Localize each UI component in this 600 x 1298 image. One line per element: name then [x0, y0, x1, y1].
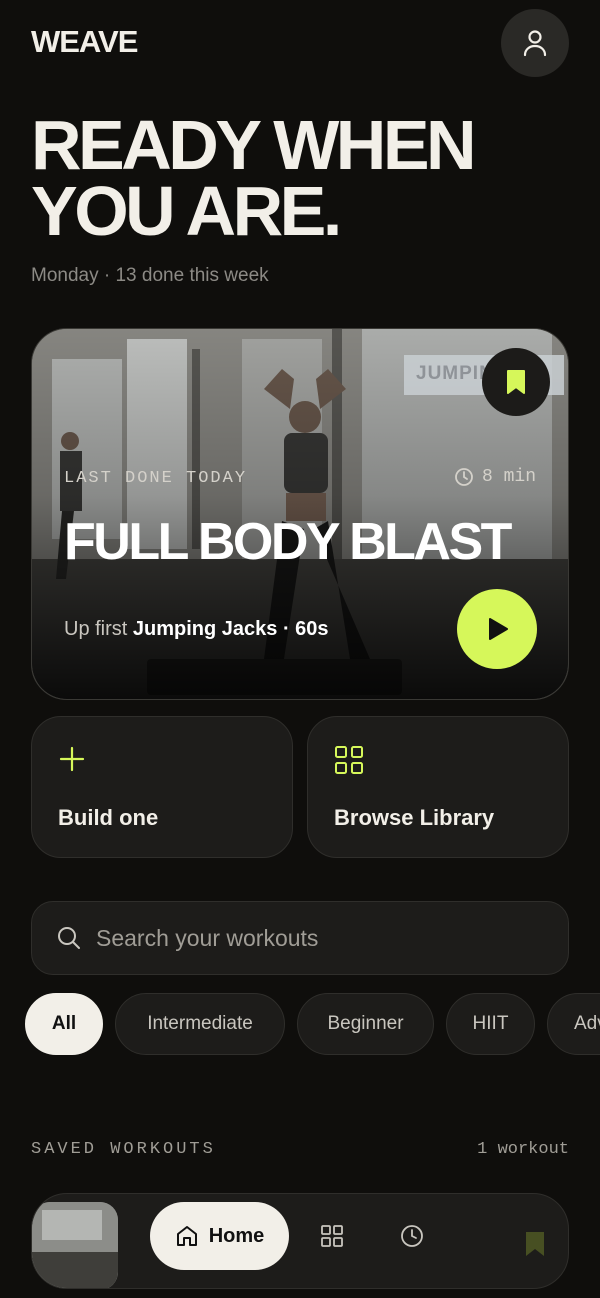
chip-hiit[interactable]: HIIT	[446, 993, 535, 1055]
bookmark-icon[interactable]	[524, 1230, 546, 1258]
thumbnail-image	[32, 1202, 118, 1288]
bottom-navigation: Home	[150, 1202, 450, 1270]
play-workout-button[interactable]	[457, 589, 537, 669]
build-workout-label: Build one	[58, 805, 159, 830]
nav-home-label: Home	[208, 1224, 265, 1247]
headline-line-2: YOU ARE.	[31, 172, 342, 250]
chip-beginner[interactable]: Beginner	[297, 993, 434, 1055]
up-first-exercise: Jumping Jacks · 60s	[132, 618, 329, 640]
browse-library-label: Browse Library	[334, 805, 495, 830]
search-input[interactable]	[96, 924, 568, 952]
nav-history-tab[interactable]	[387, 1211, 437, 1261]
play-icon	[489, 618, 508, 640]
search-bar[interactable]	[31, 901, 569, 975]
nav-library-tab[interactable]	[307, 1211, 357, 1261]
clock-icon	[455, 468, 473, 486]
duration-text: 8 min	[481, 467, 536, 487]
weekly-summary: Monday · 13 done this week	[31, 265, 269, 286]
chip-all[interactable]: All	[25, 993, 103, 1055]
filter-chips: All Intermediate Beginner HIIT Adv	[25, 993, 600, 1055]
nav-home-tab[interactable]: Home	[150, 1202, 289, 1270]
search-icon	[58, 927, 80, 949]
app-screen: WEAVE READY WHEN YOU ARE. Monday · 13 do…	[0, 0, 600, 1298]
grid-icon	[335, 746, 363, 774]
browse-library-button[interactable]: Browse Library	[307, 716, 569, 858]
featured-workout-card[interactable]: JUMPING LAST DONE TODAY 8 min FULL BODY …	[31, 328, 569, 700]
build-workout-button[interactable]: Build one	[31, 716, 293, 858]
chip-advanced[interactable]: Adv	[547, 993, 600, 1055]
up-first-prefix: Up first	[64, 618, 128, 640]
page-headline: READY WHEN YOU ARE.	[31, 106, 551, 250]
up-first-text: Up first Jumping Jacks · 60s	[64, 618, 329, 641]
profile-button[interactable]	[501, 9, 569, 77]
saved-workouts-count: 1 workout	[477, 1140, 569, 1159]
home-icon	[176, 1226, 197, 1246]
clock-icon	[401, 1225, 423, 1247]
workout-title: FULL BODY BLAST	[64, 513, 512, 571]
chip-intermediate[interactable]: Intermediate	[115, 993, 285, 1055]
last-done-label: LAST DONE TODAY	[64, 469, 248, 488]
saved-workout-thumbnail	[32, 1202, 118, 1288]
grid-icon	[321, 1225, 343, 1247]
bookmark-button[interactable]	[482, 348, 550, 416]
headline-line-1: READY WHEN	[31, 106, 477, 184]
bookmark-icon	[507, 370, 525, 394]
duration-badge: 8 min	[454, 467, 536, 487]
brand-logo: WEAVE	[31, 24, 138, 59]
saved-workouts-heading: SAVED WORKOUTS	[31, 1140, 216, 1159]
user-icon	[523, 30, 547, 57]
plus-icon	[59, 746, 85, 772]
